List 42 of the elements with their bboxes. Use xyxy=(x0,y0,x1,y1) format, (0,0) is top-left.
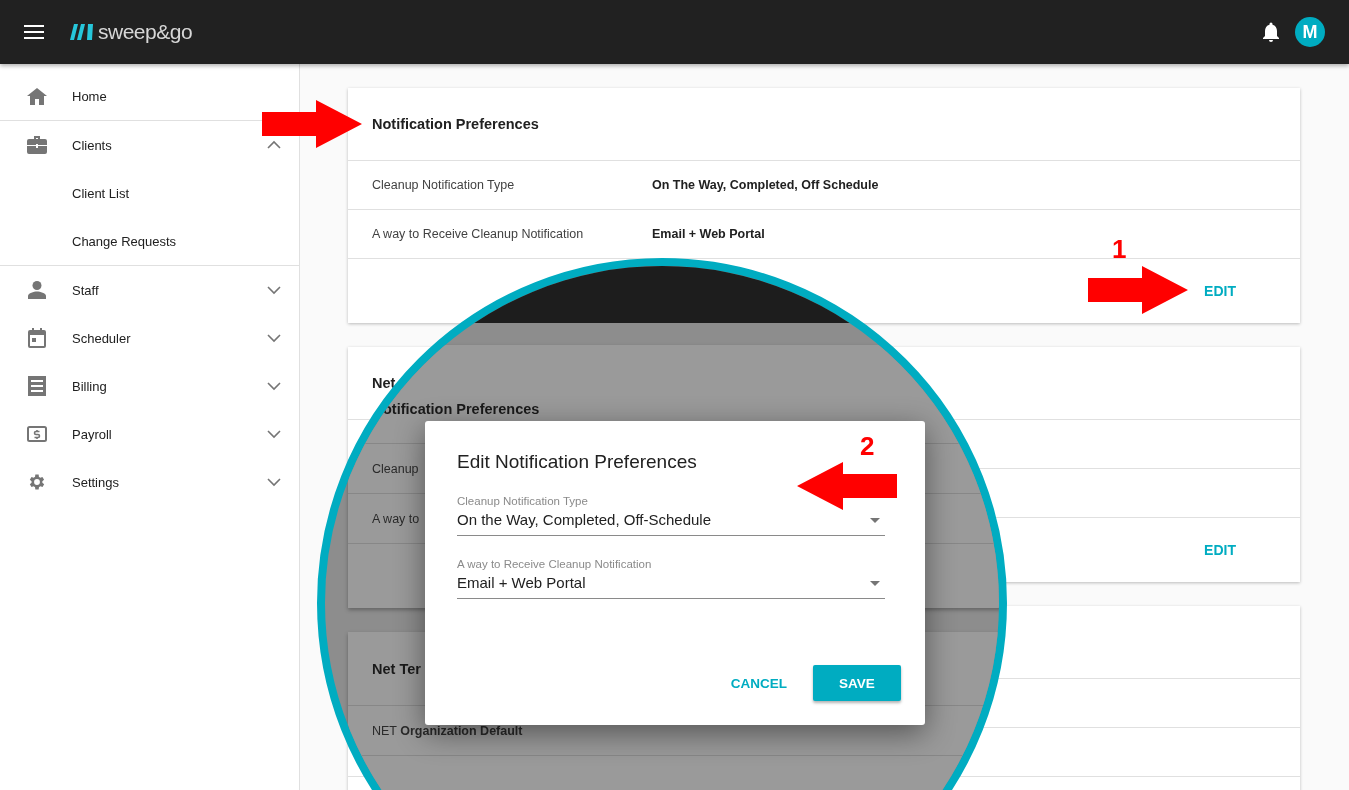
dropdown-caret-icon xyxy=(870,518,880,523)
sidebar-item[interactable]: Scheduler xyxy=(0,314,299,362)
sidebar-item[interactable]: Billing xyxy=(0,362,299,410)
row-label: Cleanup Notification Type xyxy=(372,178,516,192)
annotation-number: 1 xyxy=(1112,236,1127,262)
chevron-down-icon xyxy=(267,477,281,487)
row-value: On The Way, Completed, Off Schedule xyxy=(652,178,879,192)
row-value: Email + Web Portal xyxy=(652,227,765,241)
receipt-icon xyxy=(28,376,46,396)
sidebar-item[interactable]: Staff xyxy=(0,266,299,314)
logo-text: sweep&go xyxy=(98,20,193,44)
chevron-down-icon xyxy=(267,381,281,391)
briefcase-icon xyxy=(27,136,47,154)
row-label: A way to xyxy=(372,511,420,526)
dialog-title: Edit Notification Preferences xyxy=(457,451,698,473)
calendar-icon xyxy=(28,328,46,348)
row-label: Cleanup xyxy=(372,461,419,476)
sidebar-item[interactable]: Payroll xyxy=(0,410,299,458)
row-label: A way to Receive Cleanup Notification xyxy=(372,227,585,241)
sidebar-subitem[interactable]: Change Requests xyxy=(0,217,299,265)
chevron-down-icon xyxy=(267,285,281,295)
card-title: Notification Preferences xyxy=(372,116,539,132)
select-field[interactable]: A way to Receive Cleanup Notification Email + Web Portal xyxy=(457,558,885,599)
sidebar-item[interactable]: Settings xyxy=(0,458,299,506)
card-title: otification Preferences xyxy=(383,401,540,417)
card-title: Net Ter xyxy=(372,660,421,677)
chevron-up-icon xyxy=(267,140,281,150)
menu-icon[interactable] xyxy=(24,25,44,39)
logo-icon xyxy=(70,24,94,40)
row-label: NET Organization Default xyxy=(372,723,523,738)
card-title: Net xyxy=(372,375,396,391)
notifications-icon[interactable] xyxy=(1263,22,1279,42)
sidebar-item[interactable]: Home xyxy=(0,72,299,120)
person-icon xyxy=(28,281,46,299)
sidebar-item[interactable]: Clients xyxy=(0,121,299,169)
home-icon xyxy=(27,87,47,105)
settings-icon xyxy=(27,472,47,492)
chevron-down-icon xyxy=(267,333,281,343)
chevron-down-icon xyxy=(267,429,281,439)
dollar-bill-icon xyxy=(27,426,47,442)
annotation-number: 2 xyxy=(860,433,875,459)
sidebar-subitem[interactable]: Client List xyxy=(0,169,299,217)
